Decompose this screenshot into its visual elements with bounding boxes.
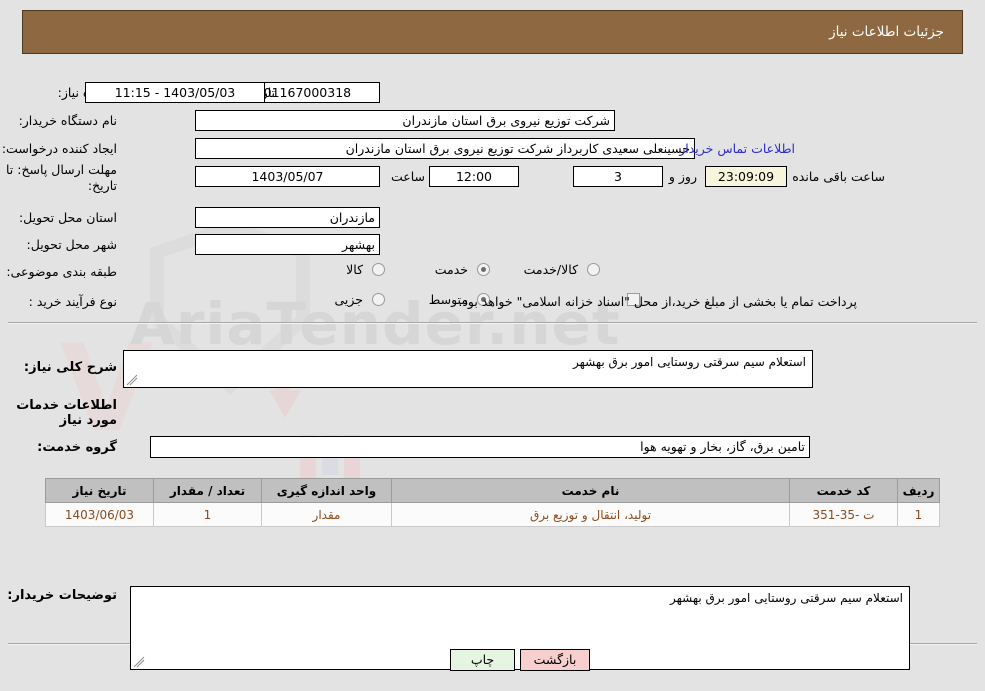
divider-top-section <box>8 322 977 324</box>
back-button[interactable]: بازگشت <box>520 649 590 671</box>
cell-service-code: ت -35-351 <box>789 502 898 527</box>
label-buyer-notes: توضیحات خریدار: <box>7 588 117 603</box>
services-table-wrapper: ردیف کد خدمت نام خدمت واحد اندازه گیری ت… <box>45 478 940 527</box>
label-delivery-city: شهر محل تحویل: <box>26 237 117 252</box>
page-root: V AriaTender.net جزئیات اطلاعات نیاز شما… <box>0 0 985 691</box>
print-button[interactable]: چاپ <box>450 649 515 671</box>
col-quantity: تعداد / مقدار <box>153 478 262 503</box>
col-service-code: کد خدمت <box>789 478 898 503</box>
label-service-group: گروه خدمت: <box>37 440 117 455</box>
table-row[interactable]: 1 ت -35-351 تولید، انتقال و توزیع برق مق… <box>45 502 940 527</box>
col-need-date: تاریخ نیاز <box>45 478 154 503</box>
field-remaining-time: 23:09:09 <box>705 166 787 187</box>
label-deadline-hour: ساعت <box>390 169 425 184</box>
cell-need-date: 1403/06/03 <box>45 502 154 527</box>
radio-label-kala: کالا <box>346 262 364 277</box>
label-remaining-days: روز و <box>668 169 697 184</box>
field-delivery-province[interactable]: مازندران <box>195 207 380 228</box>
services-table: ردیف کد خدمت نام خدمت واحد اندازه گیری ت… <box>45 478 940 527</box>
label-buyer-org: نام دستگاه خریدار: <box>18 113 117 128</box>
cell-service-name: تولید، انتقال و توزیع برق <box>391 502 790 527</box>
radio-classification-kala-khedmat[interactable]: کالا/خدمت <box>524 262 600 277</box>
page-title-bar: جزئیات اطلاعات نیاز <box>22 10 963 54</box>
field-service-group[interactable]: تامین برق، گاز، بخار و تهویه هوا <box>150 436 810 458</box>
field-buyer-notes-text: استعلام سیم سرقتی روستایی امور برق بهشهر <box>670 591 903 605</box>
cell-row-no: 1 <box>897 502 940 527</box>
radio-label-kala-khedmat: کالا/خدمت <box>523 262 579 277</box>
cell-quantity: 1 <box>153 502 262 527</box>
col-row-no: ردیف <box>897 478 940 503</box>
field-general-need[interactable]: استعلام سیم سرقتی روستایی امور برق بهشهر <box>123 350 813 388</box>
field-public-announcement[interactable]: 1403/05/03 - 11:15 <box>85 82 265 103</box>
label-classification: طبقه بندی موضوعی: <box>6 264 117 279</box>
radio-icon-khedmat[interactable] <box>477 263 490 276</box>
radio-icon-jozyi[interactable] <box>372 293 385 306</box>
field-buyer-org[interactable]: شرکت توزیع نیروی برق استان مازندران <box>195 110 615 131</box>
label-request-creator: ایجاد کننده درخواست: <box>1 141 117 156</box>
field-delivery-city[interactable]: بهشهر <box>195 234 380 255</box>
label-general-need: شرح کلی نیاز: <box>23 360 117 375</box>
label-remaining-suffix: ساعت باقی مانده <box>792 169 885 184</box>
resize-grip-icon-notes[interactable] <box>133 656 145 668</box>
watermark-v-mark: V <box>60 320 153 459</box>
field-deadline-hour[interactable]: 12:00 <box>429 166 519 187</box>
label-response-deadline: مهلت ارسال پاسخ: تا تاریخ: <box>6 162 117 193</box>
field-deadline-date[interactable]: 1403/05/07 <box>195 166 380 187</box>
col-unit: واحد اندازه گیری <box>261 478 392 503</box>
radio-label-jozyi: جزیی <box>334 292 364 307</box>
field-request-creator[interactable]: حسینعلی سعیدی کاربرداز شرکت توزیع نیروی … <box>195 138 695 159</box>
col-service-name: نام خدمت <box>391 478 790 503</box>
text-islamic-treasury-note: پرداخت تمام یا بخشی از مبلغ خرید،از محل … <box>458 294 857 309</box>
field-remaining-days: 3 <box>573 166 663 187</box>
radio-label-khedmat: خدمت <box>434 262 469 277</box>
section-title-services: اطلاعات خدمات مورد نیاز <box>16 398 117 428</box>
cell-unit: مقدار <box>261 502 392 527</box>
radio-classification-khedmat[interactable]: خدمت <box>435 262 490 277</box>
label-delivery-province: استان محل تحویل: <box>18 210 117 225</box>
field-general-need-text: استعلام سیم سرقتی روستایی امور برق بهشهر <box>573 355 806 369</box>
radio-process-jozyi[interactable]: جزیی <box>334 292 385 307</box>
resize-grip-icon[interactable] <box>126 374 138 386</box>
radio-icon-kala[interactable] <box>372 263 385 276</box>
radio-icon-kala-khedmat[interactable] <box>587 263 600 276</box>
buyer-contact-link[interactable]: اطلاعات تماس خریدار <box>679 141 795 156</box>
table-header-row: ردیف کد خدمت نام خدمت واحد اندازه گیری ت… <box>45 478 940 503</box>
page-title: جزئیات اطلاعات نیاز <box>829 24 944 40</box>
label-purchase-process: نوع فرآیند خرید : <box>28 294 117 309</box>
watermark: V AriaTender.net <box>0 180 985 485</box>
radio-classification-kala[interactable]: کالا <box>346 262 385 277</box>
